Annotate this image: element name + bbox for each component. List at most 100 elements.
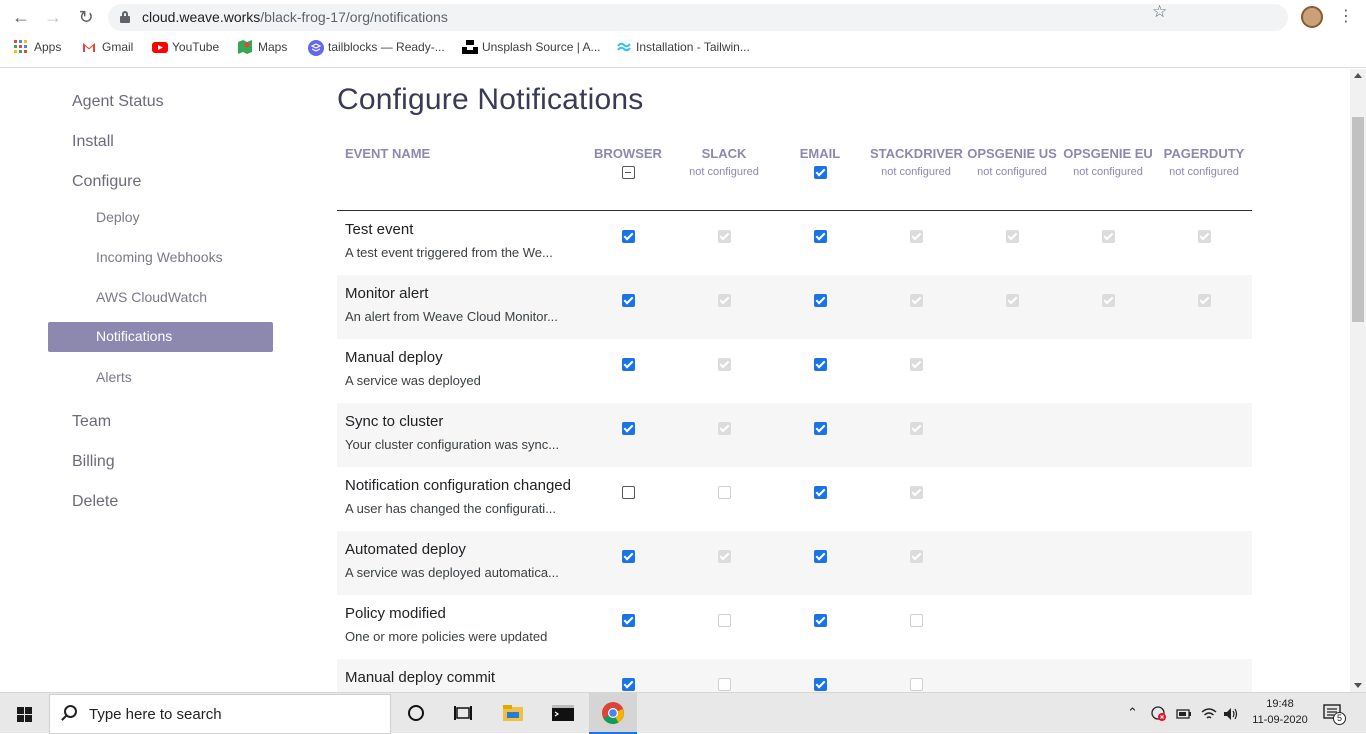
bookmark-tailblocks[interactable]: tailblocks — Ready-... <box>308 40 445 56</box>
email-select-all-checkbox[interactable] <box>813 166 827 179</box>
sidebar-item-deploy[interactable]: Deploy <box>96 209 140 225</box>
table-row: Test event A test event triggered from th… <box>337 211 1252 275</box>
opsgenie-eu-checkbox <box>1102 230 1115 243</box>
slack-checkbox <box>718 422 731 435</box>
sidebar-item-configure[interactable]: Configure <box>72 173 141 191</box>
bookmark-star-icon[interactable]: ☆ <box>1152 2 1167 22</box>
sidebar-item-notifications[interactable]: Notifications <box>48 322 273 352</box>
gmail-icon <box>82 40 96 54</box>
tray-chevron-up-icon[interactable]: ⌃ <box>1127 705 1138 721</box>
slack-checkbox <box>718 550 731 563</box>
stackdriver-checkbox <box>910 294 923 307</box>
forward-arrow-icon[interactable]: → <box>42 6 64 28</box>
lock-icon <box>120 11 130 23</box>
browser-checkbox[interactable] <box>622 294 635 307</box>
chrome-icon <box>602 702 624 724</box>
sidebar-item-aws-cloudwatch[interactable]: AWS CloudWatch <box>96 289 207 305</box>
back-arrow-icon[interactable]: ← <box>10 6 32 28</box>
opsgenie-us-checkbox <box>1006 230 1019 243</box>
opsgenie-us-checkbox <box>1006 294 1019 307</box>
pagerduty-checkbox <box>1198 230 1211 243</box>
email-checkbox[interactable] <box>814 550 827 563</box>
email-checkbox[interactable] <box>814 614 827 627</box>
browser-checkbox[interactable] <box>622 678 635 691</box>
page-scrollbar[interactable] <box>1350 69 1366 692</box>
file-explorer-icon[interactable] <box>501 701 525 725</box>
browser-checkbox[interactable] <box>622 486 635 499</box>
terminal-icon[interactable] <box>551 701 575 725</box>
taskbar-clock[interactable]: 19:48 11-09-2020 <box>1250 696 1310 728</box>
task-view-icon[interactable] <box>451 701 475 725</box>
browser-checkbox[interactable] <box>622 422 635 435</box>
opsgenie-eu-checkbox <box>1102 294 1115 307</box>
event-description: One or more policies were updated <box>345 629 548 644</box>
sidebar-item-install[interactable]: Install <box>72 133 114 151</box>
slack-checkbox <box>718 486 731 499</box>
sidebar-item-delete[interactable]: Delete <box>72 493 118 511</box>
email-checkbox[interactable] <box>814 486 827 499</box>
bookmark-unsplash[interactable]: Unsplash Source | A... <box>462 40 601 54</box>
table-row: Automated deploy A service was deployed a… <box>337 531 1252 595</box>
sidebar-item-incoming-webhooks[interactable]: Incoming Webhooks <box>96 249 223 265</box>
network-warning-icon[interactable] <box>1150 705 1168 723</box>
column-header-event-name: EVENT NAME <box>345 146 431 161</box>
sidebar-item-billing[interactable]: Billing <box>72 453 115 471</box>
reload-icon[interactable]: ↻ <box>75 6 97 28</box>
unsplash-icon <box>462 40 478 54</box>
email-checkbox[interactable] <box>814 230 827 243</box>
browser-toolbar: ← → ↻ cloud.weave.works/black-frog-17/or… <box>0 0 1366 68</box>
browser-select-all-checkbox[interactable] <box>621 166 635 179</box>
table-row: Manual deploy A service was deployed <box>337 339 1252 403</box>
sidebar-item-team[interactable]: Team <box>72 413 111 431</box>
table-row: Policy modified One or more policies were… <box>337 595 1252 659</box>
slack-checkbox <box>718 678 731 691</box>
browser-checkbox[interactable] <box>622 614 635 627</box>
address-bar[interactable]: cloud.weave.works/black-frog-17/org/noti… <box>108 4 1288 31</box>
bookmarks-bar: Apps Gmail YouTube Maps tailblocks — Rea… <box>0 38 1366 60</box>
battery-icon[interactable] <box>1175 705 1193 723</box>
search-icon <box>64 705 77 718</box>
email-checkbox[interactable] <box>814 358 827 371</box>
slack-checkbox <box>718 614 731 627</box>
event-description: An alert from Weave Cloud Monitor... <box>345 309 558 324</box>
bookmark-maps[interactable]: Maps <box>238 40 287 54</box>
chrome-taskbar-button[interactable] <box>589 693 637 734</box>
scroll-down-arrow-icon[interactable] <box>1354 683 1362 688</box>
notification-center-icon[interactable]: 5 <box>1322 703 1346 725</box>
page-content: Agent Status Install Configure Deploy In… <box>0 69 1350 692</box>
taskbar-search-box[interactable]: Type here to search <box>49 694 391 734</box>
cortana-icon[interactable] <box>404 701 428 725</box>
maps-icon <box>238 40 252 54</box>
browser-checkbox[interactable] <box>622 358 635 371</box>
column-header-pagerduty: PAGERDUTY not configured <box>1163 146 1245 178</box>
bookmark-apps[interactable]: Apps <box>14 40 61 54</box>
event-description: A service was deployed automatica... <box>345 565 559 580</box>
notification-count-badge: 5 <box>1333 712 1346 725</box>
sidebar-item-alerts[interactable]: Alerts <box>96 369 132 385</box>
windows-start-icon[interactable] <box>17 707 33 723</box>
scrollbar-thumb[interactable] <box>1352 117 1364 322</box>
stackdriver-checkbox <box>910 422 923 435</box>
menu-kebab-icon[interactable]: ⋮ <box>1338 6 1354 28</box>
url-text: cloud.weave.works/black-frog-17/org/noti… <box>142 9 448 25</box>
email-checkbox[interactable] <box>814 422 827 435</box>
column-header-opsgenie-eu: OPSGENIE EU not configured <box>1063 146 1153 178</box>
bookmark-gmail[interactable]: Gmail <box>82 40 133 54</box>
profile-avatar[interactable] <box>1301 6 1323 28</box>
bookmark-youtube[interactable]: YouTube <box>152 40 219 54</box>
wifi-icon[interactable] <box>1200 705 1218 723</box>
tailblocks-icon <box>308 40 324 56</box>
browser-checkbox[interactable] <box>622 550 635 563</box>
event-name: Manual deploy <box>345 349 443 366</box>
column-header-email: EMAIL <box>774 143 866 179</box>
column-header-browser: BROWSER <box>582 143 674 179</box>
sidebar-item-agent-status[interactable]: Agent Status <box>72 93 164 111</box>
email-checkbox[interactable] <box>814 294 827 307</box>
email-checkbox[interactable] <box>814 678 827 691</box>
apps-grid-icon <box>14 40 28 54</box>
browser-checkbox[interactable] <box>622 230 635 243</box>
bookmark-tailwind[interactable]: Installation - Tailwin... <box>616 40 750 54</box>
scroll-up-arrow-icon[interactable] <box>1354 73 1362 78</box>
table-row: Sync to cluster Your cluster configuratio… <box>337 403 1252 467</box>
volume-icon[interactable] <box>1222 705 1240 723</box>
